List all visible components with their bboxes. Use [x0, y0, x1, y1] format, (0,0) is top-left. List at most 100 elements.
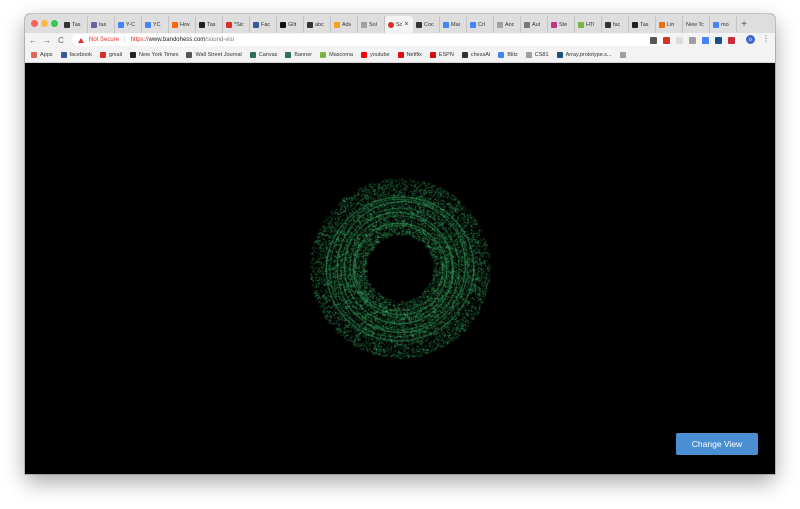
tab-22[interactable]: Lin	[656, 16, 683, 33]
bookmark-7[interactable]: Mascoma	[320, 51, 353, 58]
tab-12[interactable]: Sc ×	[385, 16, 413, 33]
tab-6[interactable]: *Sic	[223, 16, 250, 33]
facebook-icon	[253, 21, 259, 28]
tab-strip: Tas tas Y-C YC Hov Tas *Sic Fac Glit abc Adv Sol Sc ×…	[25, 14, 775, 34]
tab-2[interactable]: Y-C	[115, 16, 142, 33]
github-icon	[461, 51, 468, 58]
tab-10[interactable]: Adv	[331, 16, 358, 33]
lastpass-icon[interactable]	[728, 36, 735, 44]
bookmark-11[interactable]: chessAI	[461, 51, 491, 58]
bookmark-label: Apps	[40, 51, 53, 58]
tab-18[interactable]: Ste	[548, 16, 575, 33]
bookmark-8[interactable]: youtube	[360, 51, 390, 58]
bookmark-4[interactable]: Wall Street Journal	[186, 51, 242, 58]
bookmark-12[interactable]: Blitz	[498, 51, 518, 58]
github-icon	[307, 21, 313, 28]
page-icon	[525, 51, 532, 58]
tab-11[interactable]: Sol	[358, 16, 385, 33]
browser-toolbar: ← → C Not Secure | https:// www.bandohes…	[25, 33, 775, 47]
tab-14[interactable]: Mai	[440, 16, 467, 33]
tab-title: Adv	[342, 21, 352, 28]
tab-title: Sol	[369, 21, 377, 28]
tab-title: Sc	[396, 21, 403, 28]
opera-icon[interactable]	[663, 36, 670, 44]
tab-0[interactable]: Tas	[61, 16, 88, 33]
cast-icon[interactable]	[650, 36, 657, 44]
grid-ext-icon[interactable]	[689, 36, 696, 44]
mascoma-icon	[320, 51, 327, 58]
bookmark-label: facebook	[69, 51, 92, 58]
tab-24[interactable]: mo	[710, 16, 737, 33]
zotero-icon[interactable]	[715, 36, 722, 44]
profile-avatar[interactable]: o	[746, 35, 755, 44]
tab-title: Mai	[451, 21, 460, 28]
tab-title: tas	[99, 21, 107, 28]
page-icon	[619, 51, 626, 58]
facebook-icon	[60, 51, 67, 58]
tab-title: Aut	[532, 21, 541, 28]
tab-title: Tas	[640, 21, 649, 28]
tab-title: HTi	[586, 21, 595, 28]
notion-icon	[280, 21, 286, 28]
bookmark-13[interactable]: CS81	[525, 51, 549, 58]
tab-title: Ste	[559, 21, 568, 28]
google-icon	[713, 21, 719, 28]
tab-5[interactable]: Tas	[196, 16, 223, 33]
html-icon	[578, 21, 584, 28]
tab-3[interactable]: YC	[142, 16, 169, 33]
bookmark-label: Wall Street Journal	[195, 51, 242, 58]
bookmark-label: chessAI	[470, 51, 491, 58]
tab-title: Lin	[667, 21, 675, 28]
close-tab-icon[interactable]: ×	[404, 21, 408, 28]
bookmark-1[interactable]: facebook	[60, 51, 92, 58]
flag-icon	[659, 21, 665, 28]
change-view-button[interactable]: Change View	[676, 433, 758, 455]
forward-button[interactable]: →	[41, 34, 53, 46]
tab-1[interactable]: tas	[88, 16, 115, 33]
tab-19[interactable]: HTi	[575, 16, 602, 33]
close-window-button[interactable]	[31, 20, 38, 27]
tab-20[interactable]: fac	[602, 16, 629, 33]
tab-16[interactable]: Anc	[494, 16, 521, 33]
tab-17[interactable]: Aut	[521, 16, 548, 33]
address-bar[interactable]: Not Secure | https:// www.bandohess.com …	[72, 34, 672, 46]
reload-button[interactable]: C	[55, 34, 67, 46]
blank-ext-icon[interactable]	[676, 36, 683, 44]
tab-23[interactable]: New Tc	[683, 16, 710, 33]
back-button[interactable]: ←	[27, 34, 39, 46]
tab-21[interactable]: Tas	[629, 16, 656, 33]
generic-icon	[524, 21, 530, 28]
tab-9[interactable]: abc	[304, 16, 331, 33]
bookmark-15[interactable]	[619, 51, 629, 58]
tab-7[interactable]: Fac	[250, 16, 277, 33]
apps-icon	[31, 51, 37, 58]
maximize-window-button[interactable]	[51, 20, 58, 27]
bookmark-14[interactable]: Array.prototype.s...	[556, 51, 612, 58]
tab-title: mo	[721, 21, 729, 28]
bookmark-2[interactable]: gmail	[99, 51, 122, 58]
tab-8[interactable]: Glit	[277, 16, 304, 33]
bookmark-3[interactable]: New York Times	[130, 51, 178, 58]
bookmark-label: Blitz	[507, 51, 518, 58]
bookmark-6[interactable]: Banner	[285, 51, 312, 58]
tab-4[interactable]: Hov	[169, 16, 196, 33]
url-host: www.bandohess.com	[148, 37, 206, 43]
tab-13[interactable]: Coc	[413, 16, 440, 33]
menu-icon[interactable]: ⋮	[762, 34, 770, 43]
bookmark-9[interactable]: Netflix	[397, 51, 422, 58]
address-separator: |	[124, 37, 126, 43]
bookmark-label: Array.prototype.s...	[565, 51, 612, 58]
tab-title: Tas	[207, 21, 216, 28]
tab-title: Hov	[180, 21, 190, 28]
new-tab-button[interactable]: +	[737, 16, 751, 33]
bookmark-10[interactable]: ESPN	[429, 51, 454, 58]
tab-title: Coc	[424, 21, 434, 28]
tab-title: *Sic	[234, 21, 244, 28]
recording-icon	[388, 21, 394, 28]
minimize-window-button[interactable]	[41, 20, 48, 27]
tab-15[interactable]: Crl	[467, 16, 494, 33]
bookmark-5[interactable]: Canvas	[249, 51, 277, 58]
timer-ext-icon[interactable]	[702, 36, 709, 44]
browser-window: Tas tas Y-C YC Hov Tas *Sic Fac Glit abc Adv Sol Sc ×…	[25, 14, 775, 474]
bookmark-0[interactable]: Apps	[31, 51, 53, 58]
